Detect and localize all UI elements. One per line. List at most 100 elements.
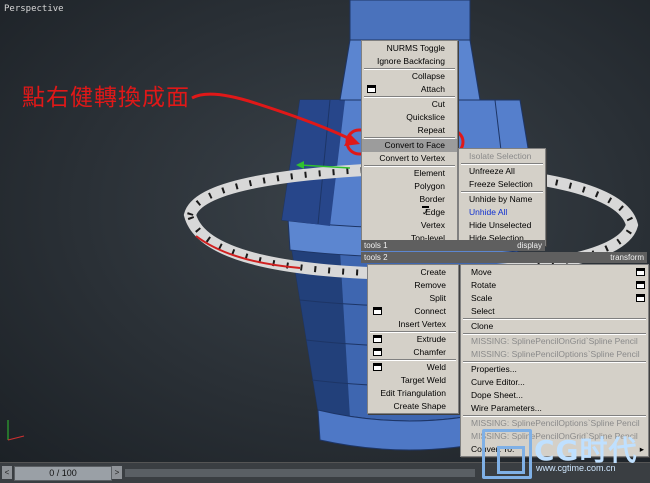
menu-item-weld[interactable]: Weld <box>368 361 458 374</box>
menu-item-repeat[interactable]: Repeat <box>362 124 457 137</box>
menu-item-label: Element <box>413 168 445 178</box>
menu-item-label: Cut <box>431 99 445 109</box>
cgtime-watermark: CG时代 www.cgtime.com.cn <box>480 425 648 481</box>
menu-item-collapse[interactable]: Collapse <box>362 70 457 83</box>
menu-item-chamfer[interactable]: Chamfer <box>368 346 458 359</box>
menu-item-attach[interactable]: Attach <box>362 83 457 96</box>
menu-item-label: Create Shape <box>393 401 446 411</box>
time-prev-button[interactable]: < <box>2 466 12 479</box>
menu-item-missing-splinepenciloptions-spline-pencil: MISSING: SplinePencilOptions`Spline Penc… <box>461 348 648 361</box>
menu-item-label: Split <box>429 293 446 303</box>
header-tools1-display: tools 1 display <box>361 240 545 251</box>
options-box-icon[interactable] <box>373 348 382 356</box>
menu-item-label: Repeat <box>417 125 445 135</box>
menu-item-label: Curve Editor... <box>471 377 525 387</box>
menu-item-element[interactable]: Element <box>362 167 457 180</box>
menu-item-label: Hide Unselected <box>469 220 532 230</box>
menu-item-label: Convert to Face <box>384 140 445 150</box>
menu-item-label: Select <box>471 306 495 316</box>
menu-item-curve-editor[interactable]: Curve Editor... <box>461 376 648 389</box>
menu-item-move[interactable]: Move <box>461 266 648 279</box>
menu-item-insert-vertex[interactable]: Insert Vertex <box>368 318 458 331</box>
menu-item-vertex[interactable]: Vertex <box>362 219 457 232</box>
menu-item-label: Convert to Vertex <box>379 153 445 163</box>
menu-item-create-shape[interactable]: Create Shape <box>368 400 458 413</box>
menu-item-freeze-selection[interactable]: Freeze Selection <box>459 178 545 191</box>
menu-item-ignore-backfacing[interactable]: Ignore Backfacing <box>362 55 457 68</box>
menu-item-clone[interactable]: Clone <box>461 320 648 333</box>
menu-item-target-weld[interactable]: Target Weld <box>368 374 458 387</box>
header-display: display <box>517 241 542 250</box>
options-box-icon[interactable] <box>373 363 382 371</box>
menu-item-unfreeze-all[interactable]: Unfreeze All <box>459 165 545 178</box>
options-box-icon[interactable] <box>373 307 382 315</box>
header-transform: transform <box>610 253 644 262</box>
checkmark-icon: ✓ <box>422 206 430 217</box>
menu-item-label: Border <box>419 194 445 204</box>
menu-item-unhide-all[interactable]: Unhide All <box>459 206 545 219</box>
perspective-viewport[interactable]: Perspective 點右健轉換成面 NURMS Toggle Ignore B… <box>0 0 650 462</box>
menu-item-label: NURMS Toggle <box>386 43 445 53</box>
menu-item-nurms-toggle[interactable]: NURMS Toggle <box>362 42 457 55</box>
menu-item-label: Freeze Selection <box>469 179 533 189</box>
menu-item-cut[interactable]: Cut <box>362 98 457 111</box>
quad-display-menu: Isolate Selection Unfreeze All Freeze Sele… <box>458 148 546 246</box>
menu-item-select[interactable]: Select <box>461 305 648 318</box>
menu-item-label: Target Weld <box>400 375 446 385</box>
header-tools2: tools 2 <box>364 253 388 262</box>
options-box-icon[interactable] <box>373 335 382 343</box>
viewport-label[interactable]: Perspective <box>4 4 64 14</box>
menu-item-unhide-by-name[interactable]: Unhide by Name <box>459 193 545 206</box>
menu-item-dope-sheet[interactable]: Dope Sheet... <box>461 389 648 402</box>
menu-item-label: Isolate Selection <box>469 151 532 161</box>
menu-item-extrude[interactable]: Extrude <box>368 333 458 346</box>
menu-item-remove[interactable]: Remove <box>368 279 458 292</box>
menu-item-create[interactable]: Create <box>368 266 458 279</box>
menu-item-isolate-selection: Isolate Selection <box>459 150 545 163</box>
menu-item-label: Polygon <box>414 181 445 191</box>
menu-item-label: Ignore Backfacing <box>376 56 445 66</box>
quad-tools2-menu: Create Remove Split Connect Insert Vertex Ext… <box>367 264 459 414</box>
options-box-icon[interactable] <box>636 294 645 302</box>
menu-item-label: Remove <box>414 280 446 290</box>
menu-item-label: Move <box>471 267 492 277</box>
menu-item-scale[interactable]: Scale <box>461 292 648 305</box>
menu-item-label: Edit Triangulation <box>380 388 446 398</box>
menu-item-edge[interactable]: ✓ Edge <box>362 206 457 219</box>
menu-item-connect[interactable]: Connect <box>368 305 458 318</box>
options-box-icon[interactable] <box>636 281 645 289</box>
menu-item-quickslice[interactable]: Quickslice <box>362 111 457 124</box>
annotation-text: 點右健轉換成面 <box>22 85 190 111</box>
menu-item-split[interactable]: Split <box>368 292 458 305</box>
options-box-icon[interactable] <box>367 85 376 93</box>
menu-item-label: Unhide by Name <box>469 194 533 204</box>
menu-item-properties[interactable]: Properties... <box>461 363 648 376</box>
time-next-button[interactable]: > <box>112 466 122 479</box>
header-tools1: tools 1 <box>364 241 388 250</box>
menu-item-wire-parameters[interactable]: Wire Parameters... <box>461 402 648 415</box>
menu-item-convert-to-vertex[interactable]: Convert to Vertex <box>362 152 457 165</box>
time-slider[interactable]: 0 / 100 <box>14 466 112 481</box>
menu-item-missing-splinepencilongrid-spline-pencil: MISSING: SplinePencilOnGrid`Spline Penci… <box>461 335 648 348</box>
menu-item-hide-unselected[interactable]: Hide Unselected <box>459 219 545 232</box>
menu-item-label: Scale <box>471 293 493 303</box>
menu-item-label: MISSING: SplinePencilOnGrid`Spline Penci… <box>471 336 638 346</box>
menu-item-label: Rotate <box>471 280 497 290</box>
track-bar[interactable] <box>125 469 475 477</box>
menu-item-label: Unfreeze All <box>469 166 515 176</box>
menu-item-label: Attach <box>420 84 445 94</box>
menu-item-label: Chamfer <box>413 347 446 357</box>
options-box-icon[interactable] <box>636 268 645 276</box>
menu-item-polygon[interactable]: Polygon <box>362 180 457 193</box>
menu-item-convert-to-face[interactable]: Convert to Face <box>362 139 457 152</box>
menu-item-label: Unhide All <box>469 207 508 217</box>
menu-item-label: Insert Vertex <box>398 319 446 329</box>
menu-item-border[interactable]: Border <box>362 193 457 206</box>
menu-item-rotate[interactable]: Rotate <box>461 279 648 292</box>
quad-tools1-menu: NURMS Toggle Ignore Backfacing Collapse Att… <box>361 40 458 246</box>
menu-item-edit-triangulation[interactable]: Edit Triangulation <box>368 387 458 400</box>
menu-item-label: Create <box>420 267 446 277</box>
tripod-x <box>7 435 25 441</box>
menu-item-label: Connect <box>414 306 446 316</box>
mesh-top-cap <box>349 0 471 41</box>
